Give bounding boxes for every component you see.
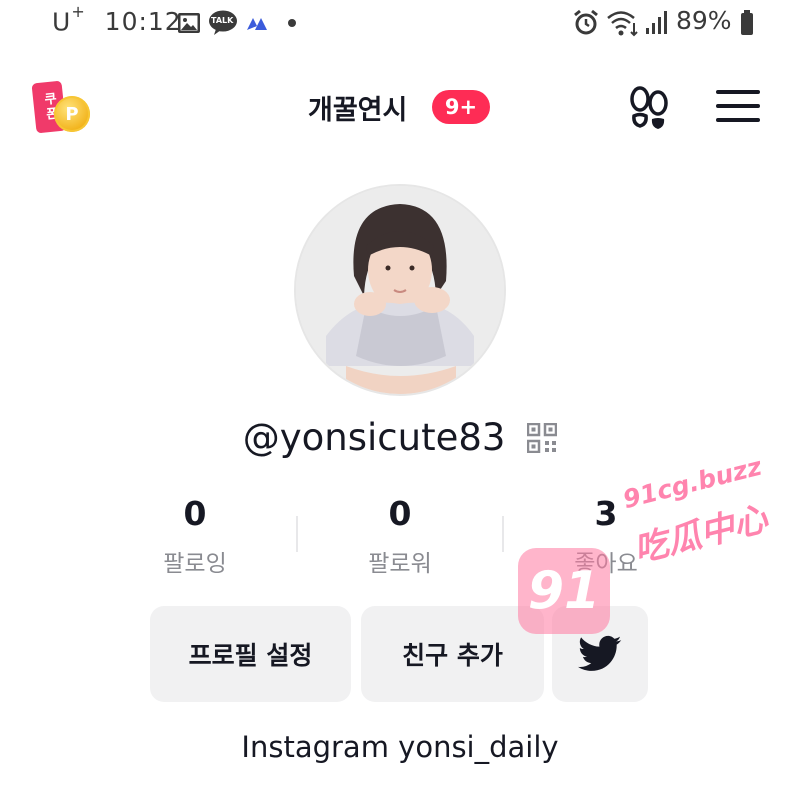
coin-icon: P bbox=[54, 96, 90, 132]
twitter-icon bbox=[578, 635, 622, 671]
signal-icon bbox=[646, 11, 667, 34]
gallery-icon bbox=[178, 13, 200, 33]
qr-code-icon[interactable] bbox=[526, 422, 558, 453]
stat-divider bbox=[296, 516, 298, 552]
followers-label[interactable]: 팔로워 bbox=[330, 544, 470, 578]
carrier-sup: + bbox=[71, 2, 86, 21]
status-carrier-time: U+ 10:12 bbox=[52, 2, 182, 37]
avatar[interactable] bbox=[294, 184, 506, 396]
notification-badge: 9+ bbox=[432, 90, 490, 124]
coupon-button[interactable]: 쿠폰 P bbox=[31, 80, 90, 136]
add-friend-button[interactable]: 친구 추가 bbox=[361, 606, 544, 702]
battery-icon bbox=[741, 10, 753, 35]
edit-profile-button[interactable]: 프로필 설정 bbox=[150, 606, 351, 702]
footprints-icon[interactable] bbox=[628, 86, 670, 130]
watermark-logo: 91 bbox=[518, 548, 610, 634]
following-label[interactable]: 팔로잉 bbox=[125, 544, 265, 578]
kakaotalk-icon: TALK bbox=[208, 10, 238, 35]
clock: 10:12 bbox=[104, 7, 182, 37]
username-row: @yonsicute83 bbox=[0, 414, 800, 459]
app-icon bbox=[247, 18, 267, 30]
kakao-label: TALK bbox=[211, 16, 234, 25]
alarm-icon bbox=[574, 9, 598, 35]
bio-text: Instagram yonsi_daily bbox=[241, 730, 559, 764]
carrier-label: U bbox=[52, 7, 72, 37]
avatar-photo bbox=[296, 186, 504, 394]
coin-label: P bbox=[65, 103, 79, 125]
dot-icon bbox=[288, 19, 296, 27]
page-title[interactable]: 개꿀연시 bbox=[308, 88, 407, 127]
menu-icon[interactable] bbox=[716, 88, 760, 124]
wifi-icon bbox=[607, 11, 638, 37]
followers-count[interactable]: 0 bbox=[340, 494, 460, 533]
battery-percent: 89% bbox=[676, 6, 732, 35]
following-count[interactable]: 0 bbox=[135, 494, 255, 533]
status-bar: U+ 10:12 TALK 89% bbox=[0, 0, 800, 46]
stat-divider bbox=[502, 516, 504, 552]
username: @yonsicute83 bbox=[242, 416, 506, 459]
